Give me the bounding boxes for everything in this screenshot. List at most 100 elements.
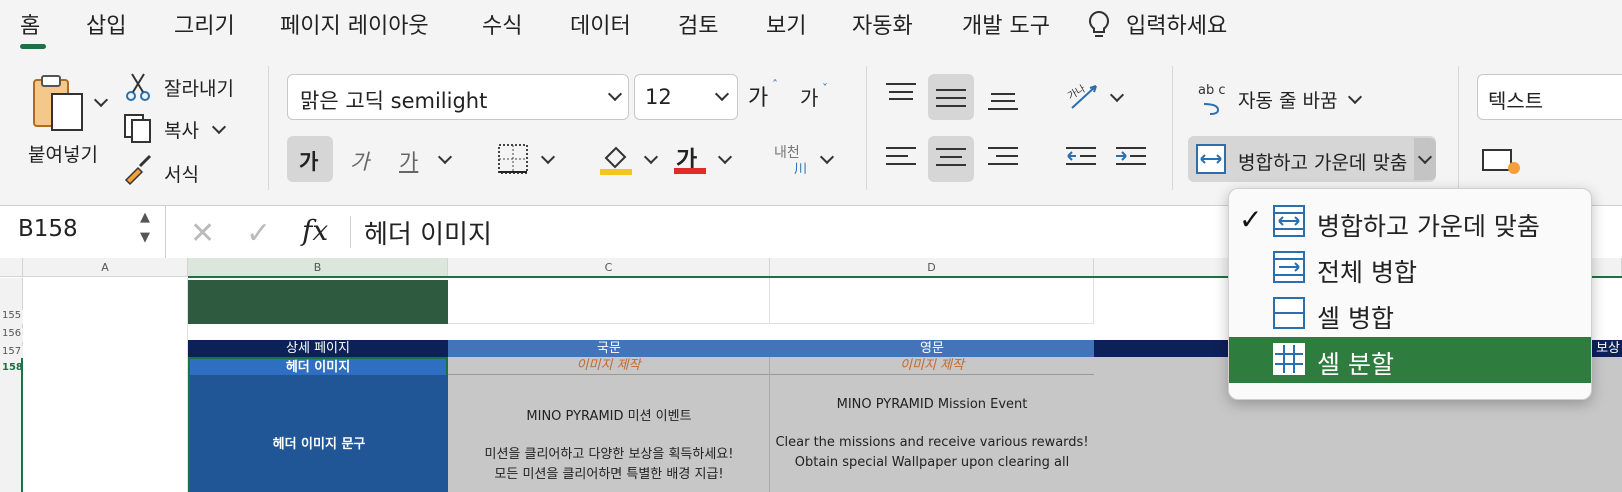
font-size-select[interactable]: 12 [634,74,738,120]
unmerge-cells-icon [1273,343,1305,375]
active-tab-indicator [20,44,46,49]
cell-b159[interactable]: 헤더 이미지 문구 [188,375,448,492]
scissors-icon[interactable] [124,72,152,106]
cell-b-dark-green[interactable] [188,280,448,324]
caret-up-icon: ˆ [772,78,778,92]
merge-center-label: 병합하고 가운데 맞춤 [1238,152,1408,174]
tab-home[interactable]: 홈 [20,8,40,40]
tab-developer[interactable]: 개발 도구 [962,8,1050,40]
cell-c159-line1: MINO PYRAMID 미션 이벤트 [526,409,692,424]
align-middle-button[interactable] [928,74,974,120]
cell-d157[interactable]: 영문 [770,340,1094,357]
underline-button[interactable]: 가 [399,146,418,176]
menu-item-merge-cells[interactable]: 셀 병합 [1229,291,1591,337]
name-box[interactable]: B158 ▲ ▼ [0,206,166,258]
menu-item-unmerge-cells[interactable]: 셀 분할 [1229,337,1591,383]
chevron-down-icon [1417,149,1433,165]
chevron-down-icon [607,86,623,102]
shrink-font-button[interactable]: 가 [800,82,818,111]
copy-icon[interactable] [122,112,154,148]
cell-d158[interactable]: 이미지 제작 [770,357,1094,375]
cut-label[interactable]: 잘라내기 [164,74,234,101]
formula-input[interactable]: 헤더 이미지 [364,214,492,251]
increase-indent-icon[interactable] [1116,146,1146,174]
number-format-select[interactable]: 텍스트 [1477,74,1622,120]
cell-d155[interactable] [770,278,1094,324]
merge-dropdown-button[interactable] [1414,138,1436,180]
insert-function-button[interactable]: fx [302,214,328,247]
wrap-text-icon[interactable]: ab c [1198,80,1230,120]
merge-center-button[interactable]: 병합하고 가운데 맞춤 [1188,136,1436,182]
tab-review[interactable]: 검토 [678,8,718,40]
italic-button[interactable]: 가 [350,146,369,176]
row-header-158[interactable]: 158 [0,362,23,376]
bold-button[interactable]: 가 [287,136,333,182]
ribbon-separator [1458,66,1459,190]
caret-down-icon[interactable]: ▼ [140,230,150,245]
align-right-icon[interactable] [988,146,1018,174]
column-header-b[interactable]: B [188,258,448,277]
font-name-value: 맑은 고딕 semilight [300,89,488,113]
tab-draw[interactable]: 그리기 [174,8,235,40]
cell-d159-line3: Obtain special Wallpaper upon clearing a… [794,455,1070,470]
menu-item-merge-center[interactable]: ✓ 병합하고 가운데 맞춤 [1229,199,1591,245]
fill-color-icon[interactable] [598,140,634,180]
font-name-select[interactable]: 맑은 고딕 semilight [287,74,629,120]
orientation-icon[interactable]: 가나 [1066,80,1102,116]
format-painter-label[interactable]: 서식 [164,160,199,187]
paste-icon[interactable] [28,72,90,138]
column-header-a[interactable]: A [23,258,188,277]
check-icon: ✓ [1239,203,1263,236]
cell-c159[interactable]: MINO PYRAMID 미션 이벤트 미션을 클리어하고 다양한 보상을 획득… [448,375,770,492]
lightbulb-icon[interactable] [1086,10,1112,44]
tab-formulas[interactable]: 수식 [482,8,522,40]
tab-data[interactable]: 데이터 [570,8,631,40]
cell-d159[interactable]: MINO PYRAMID Mission Event Clear the mis… [770,375,1094,492]
cell-c155[interactable] [448,278,770,324]
wrap-text-label[interactable]: 자동 줄 바꿈 [1238,86,1337,113]
align-top-icon[interactable] [886,82,916,110]
cancel-icon[interactable]: ✕ [190,216,215,251]
ribbon-separator [268,66,269,190]
caret-up-icon[interactable]: ▲ [140,210,150,225]
enter-check-icon[interactable]: ✓ [246,216,271,251]
cell-b158-selected[interactable]: 헤더 이미지 [188,357,448,375]
grow-font-button[interactable]: 가 [748,80,768,112]
ribbon-separator [866,66,867,190]
name-box-value: B158 [18,216,78,242]
cell-a[interactable] [23,278,188,492]
ribbon-tabs: 홈 삽입 그리기 페이지 레이아웃 수식 데이터 검토 보기 자동화 개발 도구… [0,0,1622,52]
cell-c157[interactable]: 국문 [448,340,770,357]
column-header-d[interactable]: D [770,258,1094,277]
row-header-155[interactable]: 155 [0,310,23,324]
menu-item-merge-across[interactable]: 전체 병합 [1229,245,1591,291]
align-bottom-icon[interactable] [988,88,1018,116]
number-format-value: 텍스트 [1488,89,1544,113]
copy-label[interactable]: 복사 [164,116,199,143]
bold-label: 가 [299,150,319,174]
tab-automate[interactable]: 자동화 [852,8,913,40]
chevron-down-icon [714,86,730,102]
cell-c158[interactable]: 이미지 제작 [448,357,770,375]
tell-me-search[interactable]: 입력하세요 [1126,8,1227,40]
row-header-157[interactable]: 157 [0,346,23,360]
tab-view[interactable]: 보기 [766,8,806,40]
align-left-icon[interactable] [886,146,916,174]
cell-b157[interactable]: 상세 페이지 [188,340,448,357]
align-center-button[interactable] [928,136,974,182]
decrease-indent-icon[interactable] [1066,146,1096,174]
row-header-156[interactable]: 156 [0,328,23,342]
format-painter-icon[interactable] [122,154,154,190]
cell-c159-line3: 모든 미션을 클리어하면 특별한 배경 지급! [494,467,724,482]
select-all-corner[interactable] [0,258,23,277]
menu-item-label: 셀 병합 [1317,304,1394,333]
tab-page-layout[interactable]: 페이지 레이아웃 [280,8,429,40]
conditional-format-icon[interactable] [1482,146,1522,180]
paste-label[interactable]: 붙여넣기 [28,140,98,167]
font-size-value: 12 [645,85,672,109]
merge-across-icon [1273,251,1305,283]
tab-insert[interactable]: 삽입 [86,8,126,40]
borders-icon[interactable] [498,144,528,178]
column-header-c[interactable]: C [448,258,770,277]
cell-d159-line1: MINO PYRAMID Mission Event [836,397,1028,412]
